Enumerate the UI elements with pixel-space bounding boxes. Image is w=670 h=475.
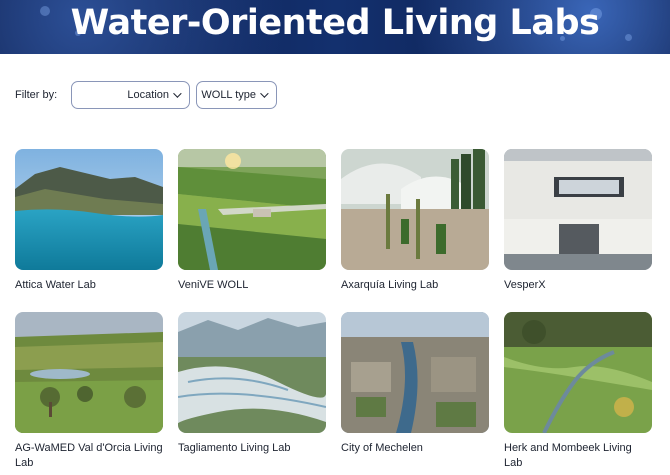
woll-type-dropdown-label: WOLL type (201, 89, 256, 101)
lab-card-herk-mombeek[interactable]: Herk and Mombeek Living Lab (504, 312, 652, 471)
woll-type-dropdown[interactable]: WOLL type (196, 81, 277, 109)
lab-card-attica[interactable]: Attica Water Lab (15, 149, 163, 293)
lab-card-mechelen[interactable]: City of Mechelen (341, 312, 489, 456)
lab-card-tagliamento[interactable]: Tagliamento Living Lab (178, 312, 326, 456)
location-dropdown[interactable]: Location (71, 81, 190, 109)
lab-thumbnail[interactable] (15, 312, 163, 433)
lab-thumbnail[interactable] (15, 149, 163, 270)
lab-card-title[interactable]: VeniVE WOLL (178, 278, 326, 293)
lab-thumbnail[interactable] (504, 149, 652, 270)
lab-card-axarquia[interactable]: Axarquía Living Lab (341, 149, 489, 293)
lab-card-title[interactable]: City of Mechelen (341, 441, 489, 456)
lab-card-title[interactable]: Axarquía Living Lab (341, 278, 489, 293)
lab-thumbnail[interactable] (178, 149, 326, 270)
lab-card-vesperx[interactable]: VesperX (504, 149, 652, 293)
lab-card-title[interactable]: VesperX (504, 278, 652, 293)
lab-card-title[interactable]: AG-WaMED Val d'Orcia Living Lab (15, 441, 163, 471)
lab-card-ag-wamed[interactable]: AG-WaMED Val d'Orcia Living Lab (15, 312, 163, 471)
lab-card-title[interactable]: Tagliamento Living Lab (178, 441, 326, 456)
lab-thumbnail[interactable] (178, 312, 326, 433)
lab-thumbnail[interactable] (341, 149, 489, 270)
chevron-down-icon (260, 89, 269, 98)
lab-thumbnail[interactable] (341, 312, 489, 433)
header-banner: Water-Oriented Living Labs (0, 0, 670, 54)
lab-card-title[interactable]: Attica Water Lab (15, 278, 163, 293)
chevron-down-icon (173, 89, 182, 98)
filter-bar: Filter by: Location WOLL type (15, 81, 655, 109)
location-dropdown-label: Location (127, 89, 169, 101)
filter-label: Filter by: (15, 89, 58, 101)
page-title: Water-Oriented Living Labs (70, 3, 600, 43)
lab-card-venive[interactable]: VeniVE WOLL (178, 149, 326, 293)
lab-card-title[interactable]: Herk and Mombeek Living Lab (504, 441, 652, 471)
lab-thumbnail[interactable] (504, 312, 652, 433)
